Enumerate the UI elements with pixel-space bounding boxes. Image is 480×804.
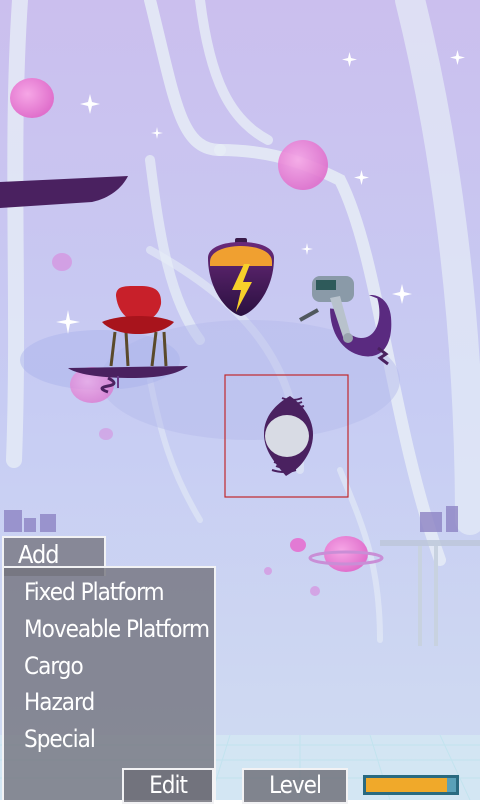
pink-planet	[10, 78, 54, 118]
menu-item-cargo[interactable]: Cargo	[24, 652, 84, 680]
edit-button[interactable]: Edit	[122, 768, 214, 804]
menu-item-fixed-platform[interactable]: Fixed Platform	[24, 578, 165, 606]
small-planet	[310, 586, 320, 596]
menu-item-hazard[interactable]: Hazard	[24, 688, 95, 716]
small-planet	[52, 253, 72, 271]
small-planet	[99, 428, 113, 440]
energy-meter-fill	[366, 778, 447, 792]
pink-planet	[278, 140, 328, 190]
small-planet	[264, 567, 272, 575]
add-panel-title: Add	[18, 540, 60, 569]
menu-item-special[interactable]: Special	[24, 725, 96, 753]
level-button[interactable]: Level	[242, 768, 348, 804]
floating-deck	[380, 540, 480, 546]
energy-meter	[363, 775, 459, 795]
pink-planet	[290, 538, 306, 552]
menu-item-moveable-platform[interactable]: Moveable Platform	[24, 615, 210, 643]
add-panel: Fixed Platform Moveable Platform Cargo H…	[2, 566, 216, 800]
